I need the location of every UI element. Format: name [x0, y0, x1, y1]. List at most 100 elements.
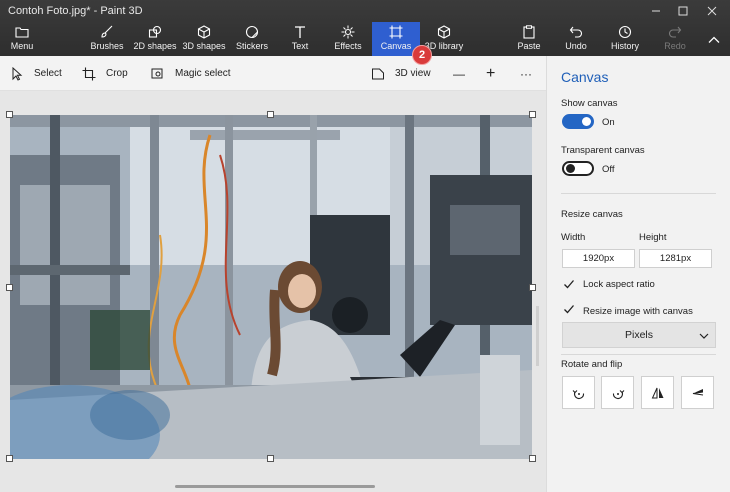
show-canvas-toggle[interactable] — [562, 114, 594, 129]
history-icon — [618, 25, 632, 39]
zoom-out-button[interactable]: — — [453, 56, 465, 91]
tool-3d-shapes[interactable]: 3D shapes — [182, 22, 226, 56]
resize-handle-bottom-right[interactable] — [529, 455, 536, 462]
select-label: Select — [34, 68, 62, 79]
zoom-in-button[interactable]: + — [486, 56, 495, 91]
unit-dropdown[interactable]: Pixels — [562, 322, 716, 348]
chevron-up-icon — [708, 36, 720, 43]
transparent-canvas-label: Transparent canvas — [561, 145, 645, 156]
resize-handle-bottom[interactable] — [267, 455, 274, 462]
action-label: Paste — [517, 41, 541, 51]
more-options-button[interactable]: ··· — [520, 56, 532, 91]
action-label: History — [610, 41, 639, 51]
2d-shapes-icon — [148, 25, 162, 38]
tool-2d-shapes[interactable]: 2D shapes — [133, 22, 177, 56]
maximize-button[interactable] — [669, 0, 697, 22]
step-badge: 2 — [412, 45, 432, 65]
tool-label: Brushes — [90, 41, 124, 51]
redo-icon — [668, 26, 682, 38]
action-label: Redo — [664, 41, 686, 51]
minimize-button[interactable] — [642, 0, 670, 22]
rotate-flip-heading: Rotate and flip — [561, 359, 623, 370]
flip-horizontal-icon — [651, 387, 663, 398]
select-button[interactable]: Select — [10, 56, 62, 91]
toolbar: Select Crop Magic select 3D view — + ··· — [0, 56, 546, 91]
divider — [561, 193, 716, 194]
resize-image-checkbox[interactable] — [562, 302, 576, 316]
tool-label: 3D shapes — [182, 41, 226, 51]
paste-icon — [523, 25, 535, 39]
menu-button[interactable]: Menu — [4, 22, 40, 56]
workspace — [0, 91, 546, 492]
magic-select-icon — [151, 68, 163, 78]
3d-shapes-icon — [197, 25, 211, 39]
tool-label: Effects — [334, 41, 362, 51]
flip-vertical-icon — [692, 388, 703, 395]
lock-aspect-checkbox[interactable] — [562, 277, 576, 291]
lock-aspect-label: Lock aspect ratio — [583, 279, 655, 290]
resize-handle-top-right[interactable] — [529, 111, 536, 118]
rotate-left-icon — [572, 389, 584, 399]
resize-canvas-heading: Resize canvas — [561, 209, 623, 220]
width-label: Width — [561, 232, 586, 243]
photo-lab-scene — [10, 115, 532, 459]
resize-handle-bottom-left[interactable] — [6, 455, 13, 462]
close-icon — [707, 6, 717, 16]
rotate-left-button[interactable] — [562, 376, 595, 409]
action-label: Undo — [565, 41, 587, 51]
tool-label: Canvas — [380, 41, 412, 51]
maximize-icon — [678, 6, 688, 16]
width-input[interactable]: 1920px — [562, 249, 635, 268]
paste-button[interactable]: Paste — [514, 22, 544, 56]
horizontal-scrollbar[interactable] — [175, 485, 375, 488]
brush-icon — [101, 25, 113, 38]
height-input[interactable]: 1281px — [639, 249, 712, 268]
height-label: Height — [639, 232, 667, 243]
3d-library-icon — [437, 25, 451, 39]
resize-handle-right[interactable] — [529, 284, 536, 291]
undo-icon — [569, 26, 583, 38]
ribbon: Contoh Foto.jpg* - Paint 3D Menu Brushes… — [0, 0, 730, 65]
3d-view-label: 3D view — [395, 68, 431, 79]
resize-handle-top-left[interactable] — [6, 111, 13, 118]
3d-view-icon — [372, 68, 384, 79]
stickers-icon — [245, 25, 259, 39]
tool-brushes[interactable]: Brushes — [88, 22, 126, 56]
tool-effects[interactable]: Effects — [334, 22, 362, 56]
minimize-icon — [652, 10, 660, 12]
undo-button[interactable]: Undo — [562, 22, 590, 56]
canvas-panel: Canvas Show canvas On Transparent canvas… — [546, 56, 730, 492]
close-button[interactable] — [698, 0, 726, 22]
tool-text[interactable]: Text — [286, 22, 314, 56]
vertical-scrollbar[interactable] — [536, 306, 539, 366]
resize-handle-top[interactable] — [267, 111, 274, 118]
checkmark-icon — [564, 305, 574, 314]
toggle-knob — [582, 117, 591, 126]
effects-icon — [341, 25, 355, 39]
tool-stickers[interactable]: Stickers — [234, 22, 270, 56]
history-button[interactable]: History — [607, 22, 643, 56]
canvas-image[interactable] — [10, 115, 532, 459]
tool-label: Stickers — [235, 41, 268, 51]
show-canvas-state: On — [602, 117, 615, 128]
flip-vertical-button[interactable] — [681, 376, 714, 409]
show-canvas-label: Show canvas — [561, 98, 618, 109]
more-icon: ··· — [520, 66, 532, 81]
chevron-down-icon — [699, 333, 709, 339]
resize-handle-left[interactable] — [6, 284, 13, 291]
flip-horizontal-button[interactable] — [641, 376, 674, 409]
transparent-canvas-state: Off — [602, 164, 615, 175]
unit-value: Pixels — [624, 329, 653, 341]
crop-label: Crop — [106, 68, 128, 79]
tool-label: Text — [291, 41, 309, 51]
resize-image-label: Resize image with canvas — [583, 306, 693, 317]
zoom-out-icon: — — [453, 66, 465, 81]
menu-label: Menu — [10, 41, 34, 51]
rotate-right-button[interactable] — [601, 376, 634, 409]
window-title: Contoh Foto.jpg* - Paint 3D — [8, 5, 143, 17]
transparent-canvas-toggle[interactable] — [562, 161, 594, 176]
redo-button[interactable]: Redo — [661, 22, 689, 56]
magic-select-button[interactable]: Magic select — [151, 56, 231, 91]
magic-select-label: Magic select — [175, 68, 231, 79]
crop-button[interactable]: Crop — [82, 56, 128, 91]
